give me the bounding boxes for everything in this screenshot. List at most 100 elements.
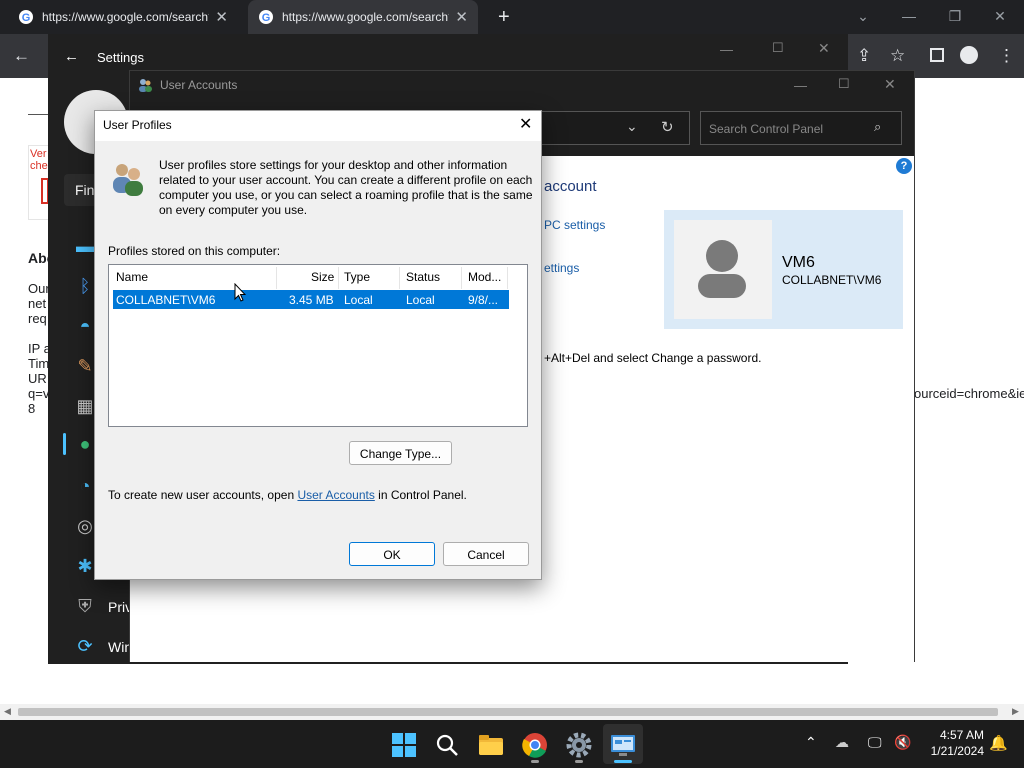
close-icon[interactable]: ✕	[519, 114, 532, 134]
search-control-panel-input[interactable]: Search Control Panel	[700, 111, 902, 145]
search-text-fragment: Fin	[75, 182, 95, 198]
back-arrow-icon[interactable]: ←	[13, 46, 30, 66]
clock-date[interactable]: 1/21/2024	[918, 744, 984, 758]
scroll-right-arrow-icon[interactable]: ▶	[1012, 706, 1019, 717]
user-name: VM6	[782, 254, 815, 271]
minimize-icon[interactable]: —	[720, 42, 733, 57]
close-icon[interactable]: ✕	[884, 76, 896, 93]
apps-icon[interactable]: ▦	[74, 396, 96, 418]
chevron-up-icon[interactable]: ⌃	[805, 734, 817, 751]
accessibility-icon[interactable]: ✱	[74, 556, 96, 578]
user-accounts-link[interactable]: User Accounts	[297, 488, 374, 502]
browser-tab-active[interactable]: G https://www.google.com/search? ✕	[248, 0, 478, 34]
browser-tab[interactable]: G https://www.google.com/search? ✕	[8, 0, 238, 34]
divider	[28, 114, 48, 115]
profile-avatar-icon[interactable]	[960, 46, 978, 64]
gaming-icon[interactable]: ◎	[74, 516, 96, 538]
google-icon: G	[258, 9, 274, 25]
row-type: Local	[344, 293, 373, 307]
menu-kebab-icon[interactable]: ⋮	[998, 46, 1015, 66]
user-account: COLLABNET\VM6	[782, 273, 882, 287]
start-windows-icon[interactable]	[389, 730, 419, 760]
file-explorer-icon[interactable]	[476, 730, 506, 760]
user-accounts-icon	[137, 77, 153, 93]
notification-bell-icon[interactable]: 🔔	[989, 734, 1008, 752]
close-tab-icon[interactable]: ✕	[455, 8, 468, 26]
clock-time[interactable]: 4:57 AM	[922, 728, 984, 742]
page-warning-box: Ver che	[28, 145, 50, 220]
onedrive-cloud-icon[interactable]: ☁	[835, 734, 849, 751]
column-header-size[interactable]: Size	[311, 270, 334, 288]
maximize-icon[interactable]: ☐	[838, 76, 850, 92]
row-modified: 9/8/...	[468, 293, 499, 307]
scroll-left-arrow-icon[interactable]: ◀	[4, 706, 11, 717]
bookmark-star-icon[interactable]: ☆	[890, 46, 905, 66]
new-tab-icon[interactable]: +	[498, 6, 510, 29]
footer-suffix: in Control Panel.	[374, 488, 467, 502]
column-header-type[interactable]: Type	[344, 270, 370, 288]
network-icon[interactable]: ◓	[74, 316, 96, 338]
column-header-status[interactable]: Status	[406, 270, 440, 288]
row-name: COLLABNET\VM6	[116, 293, 216, 307]
privacy-shield-icon[interactable]: ⛨	[74, 596, 96, 618]
row-status: Local	[406, 293, 435, 307]
chrome-icon[interactable]	[520, 730, 550, 760]
minimize-icon[interactable]: —	[794, 78, 807, 93]
profiles-list[interactable]	[108, 264, 528, 427]
refresh-icon[interactable]: ↻	[661, 118, 674, 136]
cancel-button[interactable]: Cancel	[443, 542, 529, 566]
control-panel-icon[interactable]	[608, 730, 638, 760]
footer-text: To create new user accounts, open User A…	[108, 488, 467, 502]
column-header-modified[interactable]: Mod...	[468, 270, 501, 288]
system-icon[interactable]: ▬	[74, 236, 96, 258]
running-indicator	[575, 760, 583, 763]
page-text-fragment: Ver	[30, 148, 47, 160]
back-arrow-icon[interactable]: ←	[64, 48, 79, 65]
time-language-icon[interactable]: ◔	[74, 476, 96, 498]
change-type-button[interactable]: Change Type...	[349, 441, 452, 465]
column-separator	[507, 267, 508, 289]
chevron-down-icon[interactable]: ⌄	[626, 118, 638, 135]
active-indicator	[614, 760, 632, 763]
minimize-icon[interactable]: —	[889, 8, 929, 24]
settings-title: Settings	[97, 50, 144, 65]
users-icon	[108, 160, 148, 198]
footer-prefix: To create new user accounts, open	[108, 488, 298, 502]
network-monitor-icon[interactable]: 🖵	[868, 734, 882, 751]
tab-title: https://www.google.com/search?	[282, 10, 450, 24]
search-icon[interactable]	[432, 730, 462, 760]
page-text-fragment: che	[30, 160, 48, 172]
close-icon[interactable]: ✕	[818, 40, 830, 57]
personalization-icon[interactable]: ✎	[74, 356, 96, 378]
volume-muted-icon[interactable]: 🔇	[894, 734, 911, 751]
svg-text:G: G	[22, 12, 31, 24]
password-hint-text: +Alt+Del and select Change a password.	[544, 351, 762, 365]
pc-settings-link[interactable]: PC settings	[544, 218, 605, 232]
running-indicator	[531, 760, 539, 763]
accounts-icon[interactable]: ●	[74, 434, 96, 456]
user-silhouette-icon	[698, 240, 746, 298]
column-header-name[interactable]: Name	[116, 270, 148, 288]
column-separator	[399, 267, 400, 289]
windows-update-icon[interactable]: ⟳	[74, 636, 96, 658]
chevron-down-icon[interactable]: ⌄	[843, 8, 883, 25]
maximize-icon[interactable]: ☐	[772, 40, 784, 56]
mouse-cursor-icon	[234, 283, 246, 303]
dialog-description: User profiles store settings for your de…	[159, 158, 533, 217]
settings-link[interactable]: ettings	[544, 261, 579, 275]
close-window-icon[interactable]: ✕	[980, 8, 1020, 25]
close-tab-icon[interactable]: ✕	[215, 8, 228, 26]
scrollbar-thumb[interactable]	[18, 708, 998, 716]
nav-selection-indicator	[63, 433, 66, 455]
row-size: 3.45 MB	[289, 293, 334, 307]
ok-button[interactable]: OK	[349, 542, 435, 566]
bluetooth-icon[interactable]: ᛒ	[74, 276, 96, 298]
help-icon[interactable]: ?	[896, 158, 912, 174]
section-heading: account	[544, 178, 597, 195]
side-panel-icon[interactable]	[930, 48, 944, 62]
settings-gear-icon[interactable]	[564, 730, 594, 760]
search-icon[interactable]: ⌕	[874, 119, 881, 135]
column-separator	[338, 267, 339, 289]
share-icon[interactable]: ⇪	[857, 46, 871, 66]
restore-icon[interactable]: ❐	[935, 8, 975, 25]
